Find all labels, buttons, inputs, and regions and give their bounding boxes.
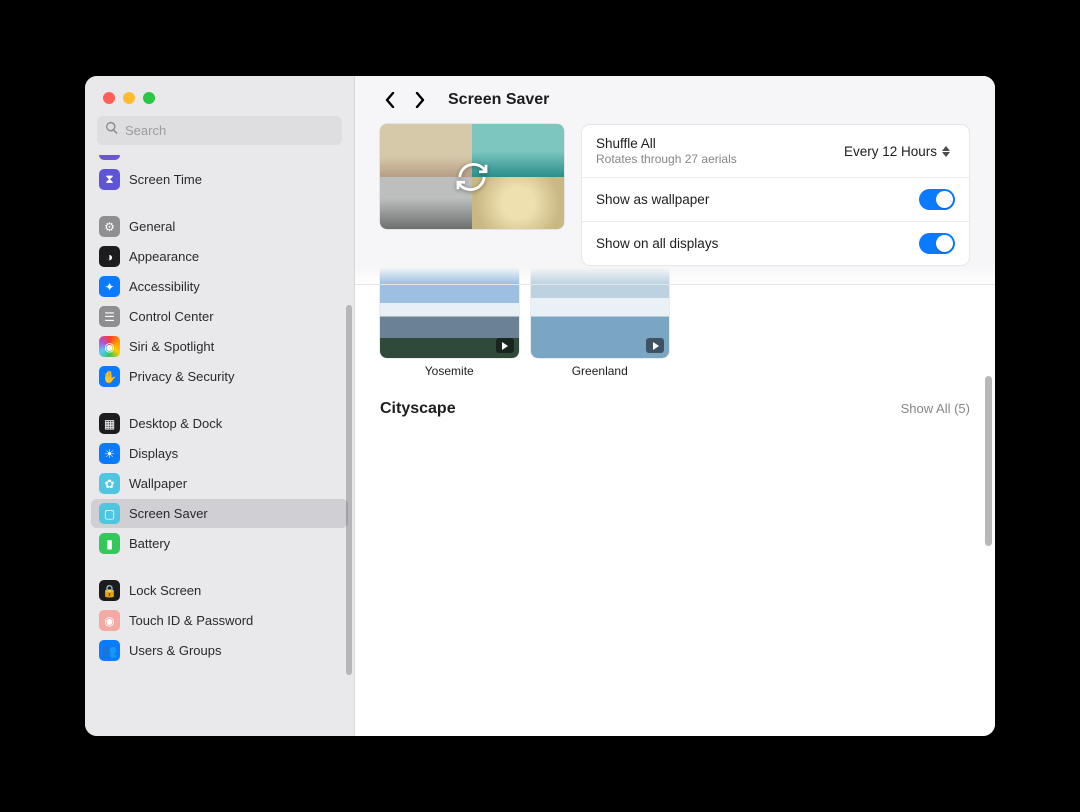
sidebar-item-general[interactable]: ⚙ General bbox=[91, 212, 348, 241]
shuffle-interval-value: Every 12 Hours bbox=[844, 144, 937, 159]
sidebar-item-label: Privacy & Security bbox=[129, 369, 234, 384]
sidebar-item-label: Screen Time bbox=[129, 172, 202, 187]
gear-icon: ⚙ bbox=[99, 216, 120, 237]
zoom-icon[interactable] bbox=[143, 92, 155, 104]
show-as-wallpaper-label: Show as wallpaper bbox=[596, 192, 709, 207]
sidebar-item-label: Focus bbox=[129, 155, 164, 157]
sidebar-item-label: Battery bbox=[129, 536, 170, 551]
search-icon bbox=[105, 121, 119, 140]
page-header: Screen Saver Shuffle All Rotates through… bbox=[355, 76, 995, 285]
show-on-all-displays-toggle[interactable] bbox=[919, 233, 955, 254]
sidebar-item-focus[interactable]: ◐ Focus bbox=[91, 155, 348, 164]
show-on-all-displays-label: Show on all displays bbox=[596, 236, 718, 251]
shuffle-subtitle: Rotates through 27 aerials bbox=[596, 152, 737, 166]
accessibility-icon: ✦ bbox=[99, 276, 120, 297]
shuffle-title: Shuffle All bbox=[596, 136, 737, 151]
section-toggle[interactable]: Show All (5) bbox=[901, 401, 970, 416]
sun-icon: ☀ bbox=[99, 443, 120, 464]
sidebar-item-label: Displays bbox=[129, 446, 178, 461]
sidebar-item-displays[interactable]: ☀ Displays bbox=[91, 439, 348, 468]
sidebar-item-label: Desktop & Dock bbox=[129, 416, 222, 431]
sidebar-scrollbar[interactable] bbox=[346, 305, 352, 675]
sidebar-item-accessibility[interactable]: ✦ Accessibility bbox=[91, 272, 348, 301]
dock-icon: ▦ bbox=[99, 413, 120, 434]
siri-icon: ◉ bbox=[99, 336, 120, 357]
section-title: Cityscape bbox=[380, 400, 456, 418]
sidebar-item-appearance[interactable]: ◑ Appearance bbox=[91, 242, 348, 271]
sliders-icon: ☰ bbox=[99, 306, 120, 327]
sidebar-item-screen-saver[interactable]: ▢ Screen Saver bbox=[91, 499, 348, 528]
lock-icon: 🔒 bbox=[99, 580, 120, 601]
window-controls bbox=[85, 76, 354, 116]
sidebar-item-label: Accessibility bbox=[129, 279, 200, 294]
play-icon bbox=[646, 338, 664, 353]
shuffle-settings-panel: Shuffle All Rotates through 27 aerials E… bbox=[581, 124, 970, 266]
sidebar-item-label: Appearance bbox=[129, 249, 199, 264]
thumb-label: Greenland bbox=[572, 364, 628, 378]
sidebar-item-battery[interactable]: ▮ Battery bbox=[91, 529, 348, 558]
flower-icon: ✿ bbox=[99, 473, 120, 494]
sidebar-item-screen-time[interactable]: ⧗ Screen Time bbox=[91, 165, 348, 194]
show-as-wallpaper-toggle[interactable] bbox=[919, 189, 955, 210]
sidebar-item-users-groups[interactable]: 👥 Users & Groups bbox=[91, 636, 348, 665]
sidebar-item-label: Lock Screen bbox=[129, 583, 201, 598]
shuffle-interval-selector[interactable]: Every 12 Hours bbox=[844, 143, 955, 160]
page-title: Screen Saver bbox=[448, 91, 549, 109]
sidebar-item-siri-spotlight[interactable]: ◉ Siri & Spotlight bbox=[91, 332, 348, 361]
sidebar-item-label: Touch ID & Password bbox=[129, 613, 253, 628]
forward-button[interactable] bbox=[410, 90, 430, 110]
sidebar-item-lock-screen[interactable]: 🔒 Lock Screen bbox=[91, 576, 348, 605]
play-icon bbox=[496, 338, 514, 353]
battery-icon: ▮ bbox=[99, 533, 120, 554]
sidebar-item-label: Screen Saver bbox=[129, 506, 208, 521]
sidebar-item-label: Siri & Spotlight bbox=[129, 339, 214, 354]
stepper-icon bbox=[942, 143, 955, 160]
sidebar-item-label: Users & Groups bbox=[129, 643, 221, 658]
sidebar-item-touch-id-password[interactable]: ◉ Touch ID & Password bbox=[91, 606, 348, 635]
sidebar-item-privacy-security[interactable]: ✋ Privacy & Security bbox=[91, 362, 348, 391]
content-pane: VenturaMontereyLandscapeShow LessGrand C… bbox=[355, 76, 995, 736]
sidebar-item-label: Wallpaper bbox=[129, 476, 187, 491]
moon-icon: ◐ bbox=[99, 155, 120, 160]
appearance-icon: ◑ bbox=[99, 246, 120, 267]
sidebar-item-wallpaper[interactable]: ✿ Wallpaper bbox=[91, 469, 348, 498]
close-icon[interactable] bbox=[103, 92, 115, 104]
search-input[interactable] bbox=[125, 123, 334, 138]
hand-icon: ✋ bbox=[99, 366, 120, 387]
thumb-label: Yosemite bbox=[425, 364, 474, 378]
sidebar-item-label: Control Center bbox=[129, 309, 214, 324]
sidebar-item-desktop-dock[interactable]: ▦ Desktop & Dock bbox=[91, 409, 348, 438]
sidebar-item-control-center[interactable]: ☰ Control Center bbox=[91, 302, 348, 331]
search-field[interactable] bbox=[97, 116, 342, 145]
hourglass-icon: ⧗ bbox=[99, 169, 120, 190]
fingerprint-icon: ◉ bbox=[99, 610, 120, 631]
minimize-icon[interactable] bbox=[123, 92, 135, 104]
sidebar-item-label: General bbox=[129, 219, 175, 234]
screensaver-icon: ▢ bbox=[99, 503, 120, 524]
content-scrollbar[interactable] bbox=[985, 376, 992, 546]
shuffle-preview[interactable] bbox=[380, 124, 564, 229]
sidebar: ◐ Focus ⧗ Screen Time ⚙ General ◑ Appearance ✦ Ac… bbox=[85, 76, 355, 736]
users-icon: 👥 bbox=[99, 640, 120, 661]
back-button[interactable] bbox=[380, 90, 400, 110]
settings-window: ◐ Focus ⧗ Screen Time ⚙ General ◑ Appearance ✦ Ac… bbox=[85, 76, 995, 736]
